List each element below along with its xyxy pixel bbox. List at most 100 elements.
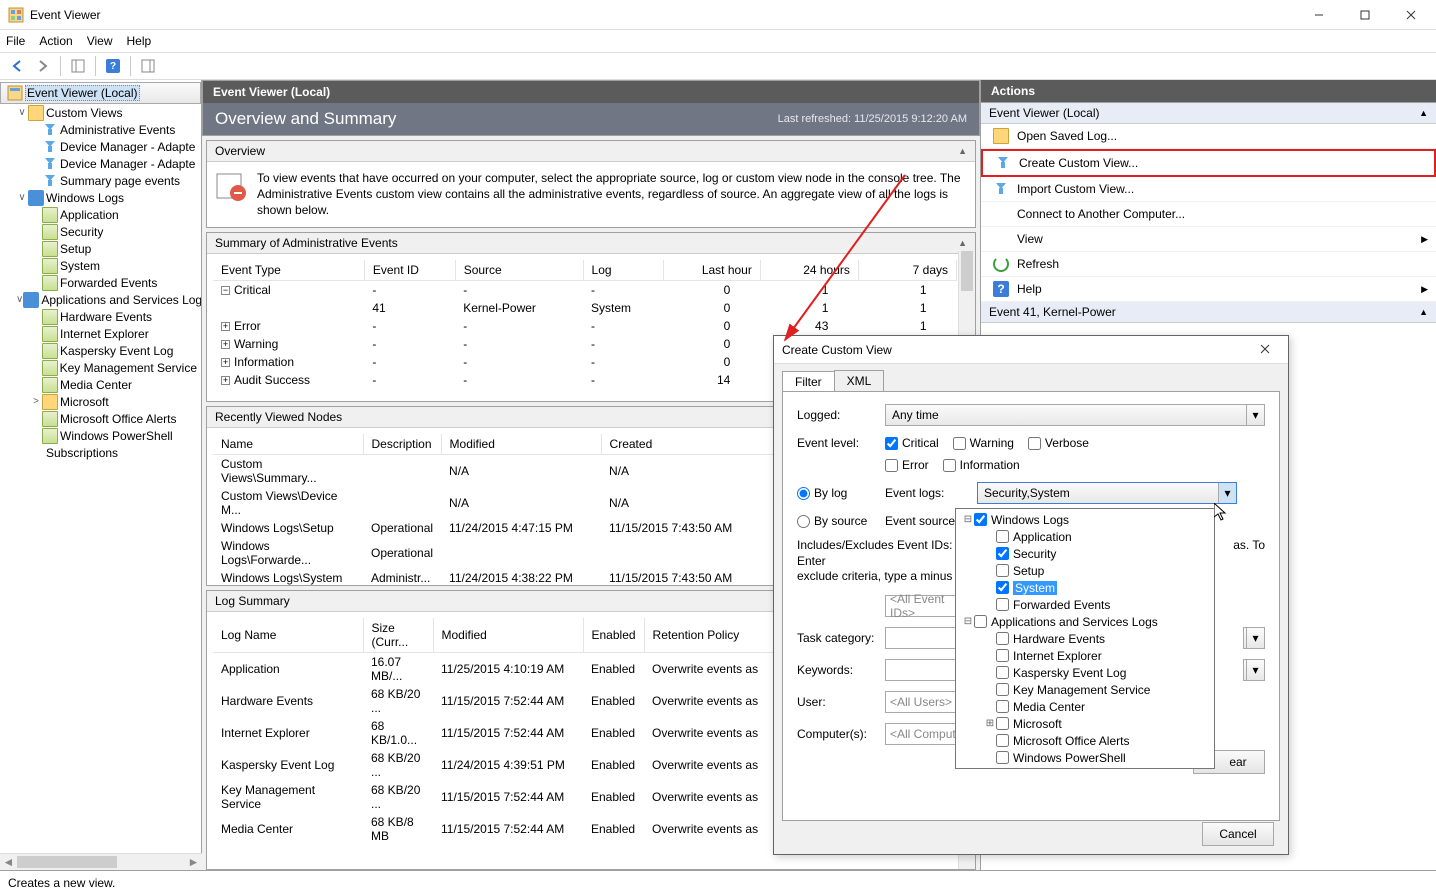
panes-button[interactable]: [137, 55, 159, 77]
table-row[interactable]: +Error---0431: [213, 317, 957, 335]
overview-panel: Overview ▲ To view events that have occu…: [206, 140, 976, 228]
window-buttons: [1296, 0, 1434, 30]
task-dd[interactable]: ▾: [1243, 627, 1265, 649]
chevron-right-icon: ▶: [1421, 284, 1428, 295]
dd-item[interactable]: Internet Explorer: [956, 647, 1214, 664]
user-input[interactable]: <All Users>: [885, 691, 961, 713]
tree-item[interactable]: Hardware Events: [0, 308, 201, 325]
filter-icon: [993, 181, 1009, 197]
tree-item[interactable]: Device Manager - Adapte: [0, 138, 201, 155]
tree-item[interactable]: Subscriptions: [0, 444, 201, 461]
table-row[interactable]: −Critical---011: [213, 280, 957, 299]
action-item[interactable]: ?Help▶: [981, 277, 1436, 302]
dialog-close-button[interactable]: [1250, 343, 1280, 357]
folder-icon: [993, 128, 1009, 144]
toolbar: ?: [0, 52, 1436, 80]
keywords-dd[interactable]: ▾: [1243, 659, 1265, 681]
overview-text: To view events that have occurred on you…: [257, 170, 967, 219]
collapse-icon[interactable]: ▲: [958, 238, 967, 248]
menu-file[interactable]: File: [6, 34, 25, 48]
tree-item[interactable]: Application: [0, 206, 201, 223]
back-button[interactable]: [6, 55, 28, 77]
tree-item[interactable]: Internet Explorer: [0, 325, 201, 342]
dd-item[interactable]: Hardware Events: [956, 630, 1214, 647]
dd-item[interactable]: Media Center: [956, 698, 1214, 715]
tree-item[interactable]: Windows PowerShell: [0, 427, 201, 444]
warning-checkbox[interactable]: Warning: [953, 436, 1014, 450]
information-checkbox[interactable]: Information: [943, 458, 1020, 472]
dd-item[interactable]: Kaspersky Event Log: [956, 664, 1214, 681]
tree-item[interactable]: >Microsoft: [0, 393, 201, 410]
forward-button[interactable]: [32, 55, 54, 77]
tree-item[interactable]: System: [0, 257, 201, 274]
collapse-icon[interactable]: ▲: [1419, 108, 1428, 118]
dd-item[interactable]: Application: [956, 528, 1214, 545]
dd-item[interactable]: Key Management Service: [956, 681, 1214, 698]
verbose-checkbox[interactable]: Verbose: [1028, 436, 1089, 450]
action-item[interactable]: View▶: [981, 227, 1436, 252]
dd-windows-logs[interactable]: ⊟Windows Logs: [956, 511, 1214, 528]
log-icon: [42, 207, 58, 223]
tree-root[interactable]: Event Viewer (Local): [0, 82, 201, 104]
folder-icon: [42, 394, 58, 410]
tree-item[interactable]: Administrative Events: [0, 121, 201, 138]
blank-icon: [993, 231, 1009, 247]
center-subheader: Overview and Summary Last refreshed: 11/…: [202, 103, 980, 136]
minimize-button[interactable]: [1296, 0, 1342, 30]
logged-select[interactable]: Any time▾: [885, 404, 1265, 426]
eventlogs-select[interactable]: Security,System▾: [977, 482, 1237, 504]
action-item[interactable]: Create Custom View...: [981, 149, 1436, 177]
action-item[interactable]: Open Saved Log...: [981, 124, 1436, 149]
action-item[interactable]: Connect to Another Computer...: [981, 202, 1436, 227]
maximize-button[interactable]: [1342, 0, 1388, 30]
tree-item[interactable]: Forwarded Events: [0, 274, 201, 291]
bysource-radio[interactable]: By source: [797, 514, 885, 528]
dd-item[interactable]: Microsoft Office Alerts: [956, 732, 1214, 749]
bylog-radio[interactable]: By log: [797, 486, 885, 500]
help-toolbar-button[interactable]: ?: [102, 55, 124, 77]
table-row[interactable]: 41Kernel-PowerSystem011: [213, 299, 957, 317]
dd-item[interactable]: ⊞Microsoft: [956, 715, 1214, 732]
tree-item[interactable]: Device Manager - Adapte: [0, 155, 201, 172]
dd-app-services[interactable]: ⊟Applications and Services Logs: [956, 613, 1214, 630]
cursor-icon: [1214, 503, 1230, 523]
eventlogs-dropdown[interactable]: ⊟Windows Logs ApplicationSecuritySetupSy…: [955, 508, 1215, 769]
tree-item[interactable]: ∨Custom Views: [0, 104, 201, 121]
dd-item[interactable]: Setup: [956, 562, 1214, 579]
error-checkbox[interactable]: Error: [885, 458, 929, 472]
action-item[interactable]: Import Custom View...: [981, 177, 1436, 202]
tree-item[interactable]: Setup: [0, 240, 201, 257]
tree-item[interactable]: ∨Applications and Services Log: [0, 291, 201, 308]
overview-header[interactable]: Overview ▲: [207, 141, 975, 162]
cancel-button[interactable]: Cancel: [1202, 822, 1274, 846]
dd-item[interactable]: Security: [956, 545, 1214, 562]
tree-item[interactable]: Security: [0, 223, 201, 240]
action-item[interactable]: Refresh: [981, 252, 1436, 277]
collapse-icon[interactable]: ▲: [958, 146, 967, 156]
tab-filter[interactable]: Filter: [782, 371, 835, 392]
log-icon: [42, 326, 58, 342]
tree-item[interactable]: Kaspersky Event Log: [0, 342, 201, 359]
summary-header[interactable]: Summary of Administrative Events ▲: [207, 233, 975, 254]
collapse-icon[interactable]: ▲: [1419, 307, 1428, 317]
dd-item[interactable]: Windows PowerShell: [956, 749, 1214, 766]
menu-view[interactable]: View: [87, 34, 113, 48]
close-button[interactable]: [1388, 0, 1434, 30]
tree-item[interactable]: Key Management Service: [0, 359, 201, 376]
tree-item[interactable]: Summary page events: [0, 172, 201, 189]
tree-item[interactable]: Media Center: [0, 376, 201, 393]
help-icon: ?: [993, 281, 1009, 297]
navigation-tree[interactable]: Event Viewer (Local) ∨Custom ViewsAdmini…: [0, 80, 202, 870]
dd-item[interactable]: Forwarded Events: [956, 596, 1214, 613]
tree-item[interactable]: Microsoft Office Alerts: [0, 410, 201, 427]
tab-xml[interactable]: XML: [834, 370, 885, 391]
show-tree-button[interactable]: [67, 55, 89, 77]
critical-checkbox[interactable]: Critical: [885, 436, 939, 450]
tree-h-scrollbar[interactable]: ◄►: [0, 853, 202, 870]
menu-help[interactable]: Help: [127, 34, 152, 48]
menu-action[interactable]: Action: [39, 34, 72, 48]
filter-icon: [42, 139, 58, 155]
logs-icon: [23, 292, 39, 308]
dd-item[interactable]: System: [956, 579, 1214, 596]
tree-item[interactable]: ∨Windows Logs: [0, 189, 201, 206]
